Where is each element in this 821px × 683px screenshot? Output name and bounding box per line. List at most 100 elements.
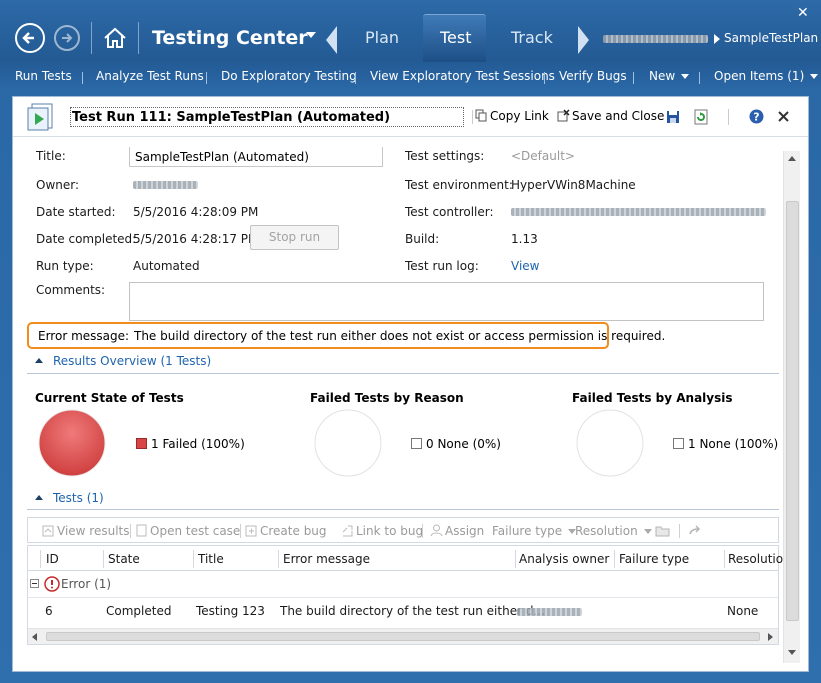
test-settings-value[interactable]: <Default> xyxy=(511,149,575,163)
tests-toolbar: View results Open test case Create bug L… xyxy=(27,517,779,543)
tests-header[interactable]: Tests (1) xyxy=(35,491,104,505)
error-message-value: The build directory of the test run eith… xyxy=(134,329,666,343)
command-divider xyxy=(544,72,545,84)
date-completed-value: 5/5/2016 4:28:17 PM xyxy=(133,232,259,246)
vertical-scroll-thumb[interactable] xyxy=(786,201,799,621)
failure-type-dropdown[interactable]: Failure type xyxy=(492,524,577,538)
window-close-button[interactable]: ✕ xyxy=(797,5,809,21)
hub-track[interactable]: Track xyxy=(511,28,553,47)
test-run-document: Test Run 111: SampleTestPlan (Automated)… xyxy=(12,96,809,672)
scroll-down-arrow-icon[interactable] xyxy=(788,650,796,655)
assign-button[interactable]: Assign xyxy=(430,524,484,538)
view-exploratory-sessions-command[interactable]: View Exploratory Test Sessions xyxy=(370,69,555,83)
title-field[interactable]: SampleTestPlan (Automated) xyxy=(129,147,383,167)
pie-failed-by-analysis xyxy=(576,409,644,477)
copy-icon xyxy=(475,109,487,122)
open-test-case-label: Open test case xyxy=(150,524,241,538)
open-test-case-icon xyxy=(136,524,147,537)
cell-id: 6 xyxy=(45,604,53,618)
create-bug-icon xyxy=(245,525,257,537)
forward-icon[interactable] xyxy=(688,524,702,537)
pie-current-state xyxy=(38,409,106,477)
column-header-title[interactable]: Title xyxy=(198,552,224,566)
save-and-close-button[interactable]: Save and Close xyxy=(557,109,664,123)
comments-field[interactable] xyxy=(129,282,764,321)
save-icon[interactable] xyxy=(666,110,680,124)
new-menu[interactable]: New xyxy=(649,69,690,83)
column-header-analysis-owner[interactable]: Analysis owner xyxy=(519,552,609,566)
test-run-icon xyxy=(27,103,53,131)
refresh-icon[interactable] xyxy=(694,109,708,125)
app-title: Testing Center xyxy=(152,27,308,49)
breadcrumb-arrow-icon xyxy=(714,34,720,44)
verify-bugs-command[interactable]: Verify Bugs xyxy=(559,69,627,83)
breadcrumb-test-plan[interactable]: SampleTestPlan xyxy=(724,31,818,45)
resolution-toolbar-label: Resolution xyxy=(575,524,638,538)
column-header-resolution[interactable]: Resolutio xyxy=(728,552,783,566)
back-button[interactable] xyxy=(15,23,45,53)
assign-label: Assign xyxy=(445,524,485,538)
hub-test[interactable]: Test xyxy=(440,28,472,47)
app-window: ✕ Testing Center Plan Test Track SampleT… xyxy=(0,0,821,683)
open-test-case-button[interactable]: Open test case xyxy=(135,524,240,538)
app-menu-caret-icon[interactable] xyxy=(306,32,316,38)
group-label: Error (1) xyxy=(61,577,112,591)
create-bug-button[interactable]: Create bug xyxy=(245,524,327,538)
results-overview-label: Results Overview (1 Tests) xyxy=(53,354,212,368)
command-divider xyxy=(633,72,634,84)
column-divider xyxy=(614,550,615,568)
chevron-down-icon xyxy=(643,529,652,534)
toolbar-divider xyxy=(130,524,131,538)
link-to-bug-button[interactable]: Link to bug xyxy=(341,524,423,538)
forward-button[interactable] xyxy=(54,25,80,51)
collapse-icon xyxy=(35,358,43,363)
scroll-up-arrow-icon[interactable] xyxy=(788,156,796,161)
run-tests-command[interactable]: Run Tests xyxy=(15,69,72,83)
collapse-group-icon[interactable] xyxy=(30,579,39,588)
nav-divider xyxy=(138,22,139,54)
column-header-failure-type[interactable]: Failure type xyxy=(619,552,689,566)
scroll-right-arrow-icon[interactable] xyxy=(768,633,774,641)
assign-user-icon xyxy=(430,524,443,537)
analyze-test-runs-command[interactable]: Analyze Test Runs xyxy=(96,69,204,83)
command-bar: Run Tests Analyze Test Runs Do Explorato… xyxy=(0,64,821,90)
legend-none-reason: 0 None (0%) xyxy=(411,437,501,451)
table-row[interactable]: 6 Completed Testing 123 The build direct… xyxy=(28,599,778,625)
open-items-menu[interactable]: Open Items (1) xyxy=(714,69,819,83)
view-results-label: View results xyxy=(57,524,130,538)
grid-header-row: ID State Title Error message Analysis ow… xyxy=(28,546,783,571)
results-overview-header[interactable]: Results Overview (1 Tests) xyxy=(35,354,211,368)
legend-none-reason-label: 0 None (0%) xyxy=(426,437,501,451)
column-header-state[interactable]: State xyxy=(108,552,140,566)
copy-link-button[interactable]: Copy Link xyxy=(475,109,549,123)
column-header-id[interactable]: ID xyxy=(46,552,59,566)
link-to-bug-label: Link to bug xyxy=(356,524,424,538)
group-row-error[interactable]: Error (1) xyxy=(28,571,778,598)
title-label: Title: xyxy=(36,149,66,163)
help-icon[interactable]: ? xyxy=(749,109,764,124)
close-icon[interactable] xyxy=(777,110,790,123)
create-bug-label: Create bug xyxy=(260,524,327,538)
view-results-button[interactable]: View results xyxy=(42,524,130,538)
error-message-label: Error message: xyxy=(38,329,130,343)
column-header-error-message[interactable]: Error message xyxy=(283,552,370,566)
comments-label: Comments: xyxy=(36,283,106,297)
horizontal-scroll-thumb[interactable] xyxy=(46,632,760,641)
scroll-left-arrow-icon[interactable] xyxy=(32,633,38,641)
link-icon xyxy=(342,525,353,537)
svg-text:?: ? xyxy=(753,111,759,124)
pie-failed-by-reason xyxy=(314,409,382,477)
horizontal-scrollbar[interactable] xyxy=(28,628,778,644)
hub-plan[interactable]: Plan xyxy=(365,28,399,47)
test-run-log-link[interactable]: View xyxy=(511,259,539,273)
resolution-dropdown[interactable]: Resolution xyxy=(575,524,652,538)
folder-icon[interactable] xyxy=(655,524,670,537)
test-environment-value: HyperVWin8Machine xyxy=(511,178,636,192)
do-exploratory-testing-command[interactable]: Do Exploratory Testing xyxy=(221,69,357,83)
home-icon[interactable] xyxy=(102,25,128,51)
stop-run-button[interactable]: Stop run xyxy=(250,225,339,250)
open-items-label: Open Items (1) xyxy=(714,69,805,83)
test-controller-label: Test controller: xyxy=(405,205,494,219)
vertical-scrollbar[interactable] xyxy=(783,151,800,663)
tests-grid: ID State Title Error message Analysis ow… xyxy=(27,545,783,645)
